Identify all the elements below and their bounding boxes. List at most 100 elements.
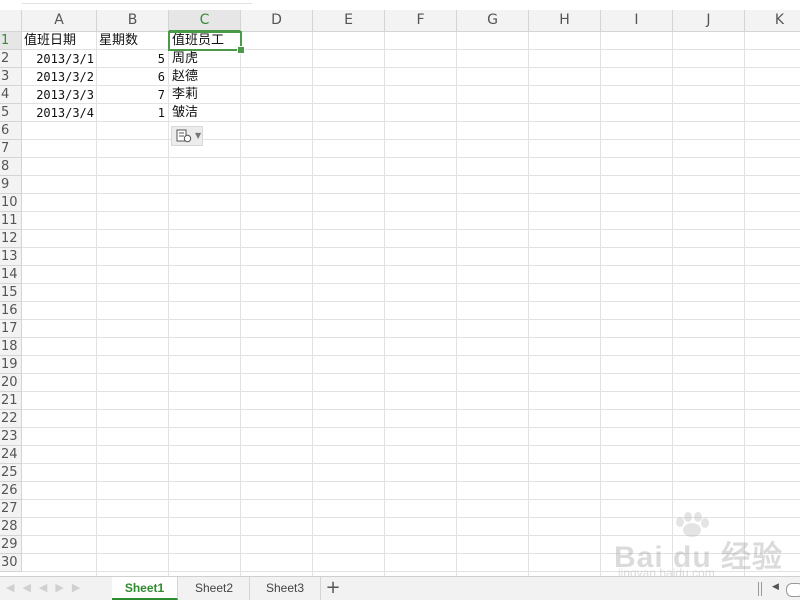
- grid-line: [22, 517, 800, 518]
- grid-line: [22, 211, 800, 212]
- column-header-b[interactable]: B: [97, 10, 169, 32]
- cell-b2[interactable]: 5: [97, 50, 165, 68]
- row-header-28[interactable]: 28: [0, 518, 22, 536]
- row-header-3[interactable]: 3: [0, 68, 22, 86]
- sheet-tab-bar: ◀◀◀▶▶ Sheet1 Sheet2 Sheet3 + ◀: [0, 576, 800, 600]
- grid-line: [22, 463, 800, 464]
- cell-c5[interactable]: 皱洁: [172, 104, 240, 122]
- column-header-d[interactable]: D: [241, 10, 313, 32]
- column-header-a[interactable]: A: [22, 10, 97, 32]
- grid-line: [22, 337, 800, 338]
- row-header-15[interactable]: 15: [0, 284, 22, 302]
- grid-line: [22, 409, 800, 410]
- row-header-9[interactable]: 9: [0, 176, 22, 194]
- tab-sheet1[interactable]: Sheet1: [112, 577, 178, 600]
- row-header-22[interactable]: 22: [0, 410, 22, 428]
- grid-line: [456, 32, 457, 576]
- grid-line: [744, 32, 745, 576]
- row-header-29[interactable]: 29: [0, 536, 22, 554]
- row-header-13[interactable]: 13: [0, 248, 22, 266]
- grid-line: [672, 32, 673, 576]
- grid-line: [22, 481, 800, 482]
- cell-a4[interactable]: 2013/3/3: [22, 86, 94, 104]
- grid-line: [22, 139, 800, 140]
- row-header-10[interactable]: 10: [0, 194, 22, 212]
- sheet-nav-arrows[interactable]: ◀◀◀▶▶: [6, 581, 88, 594]
- grid-line: [312, 32, 313, 576]
- row-header-1[interactable]: 1: [0, 32, 22, 50]
- grid-line: [240, 32, 241, 576]
- column-header-i[interactable]: I: [601, 10, 673, 32]
- row-header-24[interactable]: 24: [0, 446, 22, 464]
- cell-b4[interactable]: 7: [97, 86, 165, 104]
- splitter-handle[interactable]: [758, 582, 762, 596]
- cell-c2[interactable]: 周虎: [172, 50, 240, 68]
- row-header-8[interactable]: 8: [0, 158, 22, 176]
- worksheet-grid[interactable]: A B C D E F G H I J K 1 2 3 4 5 6 7 8 9 …: [0, 0, 800, 576]
- select-all-corner[interactable]: [0, 10, 22, 32]
- grid-line: [22, 391, 800, 392]
- row-header-26[interactable]: 26: [0, 482, 22, 500]
- column-header-h[interactable]: H: [529, 10, 601, 32]
- row-header-7[interactable]: 7: [0, 140, 22, 158]
- tab-sheet2[interactable]: Sheet2: [179, 577, 250, 600]
- scroll-left-icon[interactable]: ◀: [772, 582, 779, 592]
- grid-line: [22, 553, 800, 554]
- paste-options-button[interactable]: ▼: [171, 126, 203, 146]
- cell-a3[interactable]: 2013/3/2: [22, 68, 94, 86]
- row-header-20[interactable]: 20: [0, 374, 22, 392]
- grid-line: [22, 535, 800, 536]
- grid-line: [384, 32, 385, 576]
- row-header-27[interactable]: 27: [0, 500, 22, 518]
- plus-icon[interactable]: +: [322, 577, 344, 600]
- grid-line: [22, 175, 800, 176]
- cell-c3[interactable]: 赵德: [172, 68, 240, 86]
- cell-a5[interactable]: 2013/3/4: [22, 104, 94, 122]
- grid-line: [22, 157, 800, 158]
- chevron-down-icon: ▼: [195, 131, 202, 140]
- column-header-f[interactable]: F: [385, 10, 457, 32]
- row-header-18[interactable]: 18: [0, 338, 22, 356]
- active-cell-selection[interactable]: [168, 31, 242, 51]
- cell-a2[interactable]: 2013/3/1: [22, 50, 94, 68]
- top-strip: [0, 0, 800, 10]
- column-header-k[interactable]: K: [745, 10, 800, 32]
- column-header-e[interactable]: E: [313, 10, 385, 32]
- scroll-thumb[interactable]: [786, 583, 800, 597]
- cell-b1[interactable]: 星期数: [99, 32, 167, 50]
- row-header-23[interactable]: 23: [0, 428, 22, 446]
- grid-line: [168, 32, 169, 576]
- grid-line: [22, 319, 800, 320]
- row-header-6[interactable]: 6: [0, 122, 22, 140]
- cell-b5[interactable]: 1: [97, 104, 165, 122]
- fill-handle[interactable]: [237, 46, 245, 54]
- row-header-4[interactable]: 4: [0, 86, 22, 104]
- row-header-12[interactable]: 12: [0, 230, 22, 248]
- row-header-30[interactable]: 30: [0, 554, 22, 572]
- row-header-11[interactable]: 11: [0, 212, 22, 230]
- cell-c4[interactable]: 李莉: [172, 86, 240, 104]
- row-header-19[interactable]: 19: [0, 356, 22, 374]
- grid-line: [600, 32, 601, 576]
- row-header-17[interactable]: 17: [0, 320, 22, 338]
- column-header-j[interactable]: J: [673, 10, 745, 32]
- grid-line: [22, 355, 800, 356]
- row-header-16[interactable]: 16: [0, 302, 22, 320]
- column-header-c[interactable]: C: [169, 10, 241, 32]
- grid-line: [22, 499, 800, 500]
- column-header-g[interactable]: G: [457, 10, 529, 32]
- row-header-2[interactable]: 2: [0, 50, 22, 68]
- cell-a1[interactable]: 值班日期: [24, 32, 96, 50]
- paste-options-icon: [176, 129, 192, 143]
- cell-b3[interactable]: 6: [97, 68, 165, 86]
- row-header-25[interactable]: 25: [0, 464, 22, 482]
- grid-line: [528, 32, 529, 576]
- tab-sheet3[interactable]: Sheet3: [250, 577, 321, 600]
- grid-line: [22, 301, 800, 302]
- row-header-5[interactable]: 5: [0, 104, 22, 122]
- grid-line: [22, 427, 800, 428]
- grid-line: [22, 193, 800, 194]
- row-header-21[interactable]: 21: [0, 392, 22, 410]
- horizontal-scrollbar[interactable]: ◀: [758, 580, 800, 598]
- row-header-14[interactable]: 14: [0, 266, 22, 284]
